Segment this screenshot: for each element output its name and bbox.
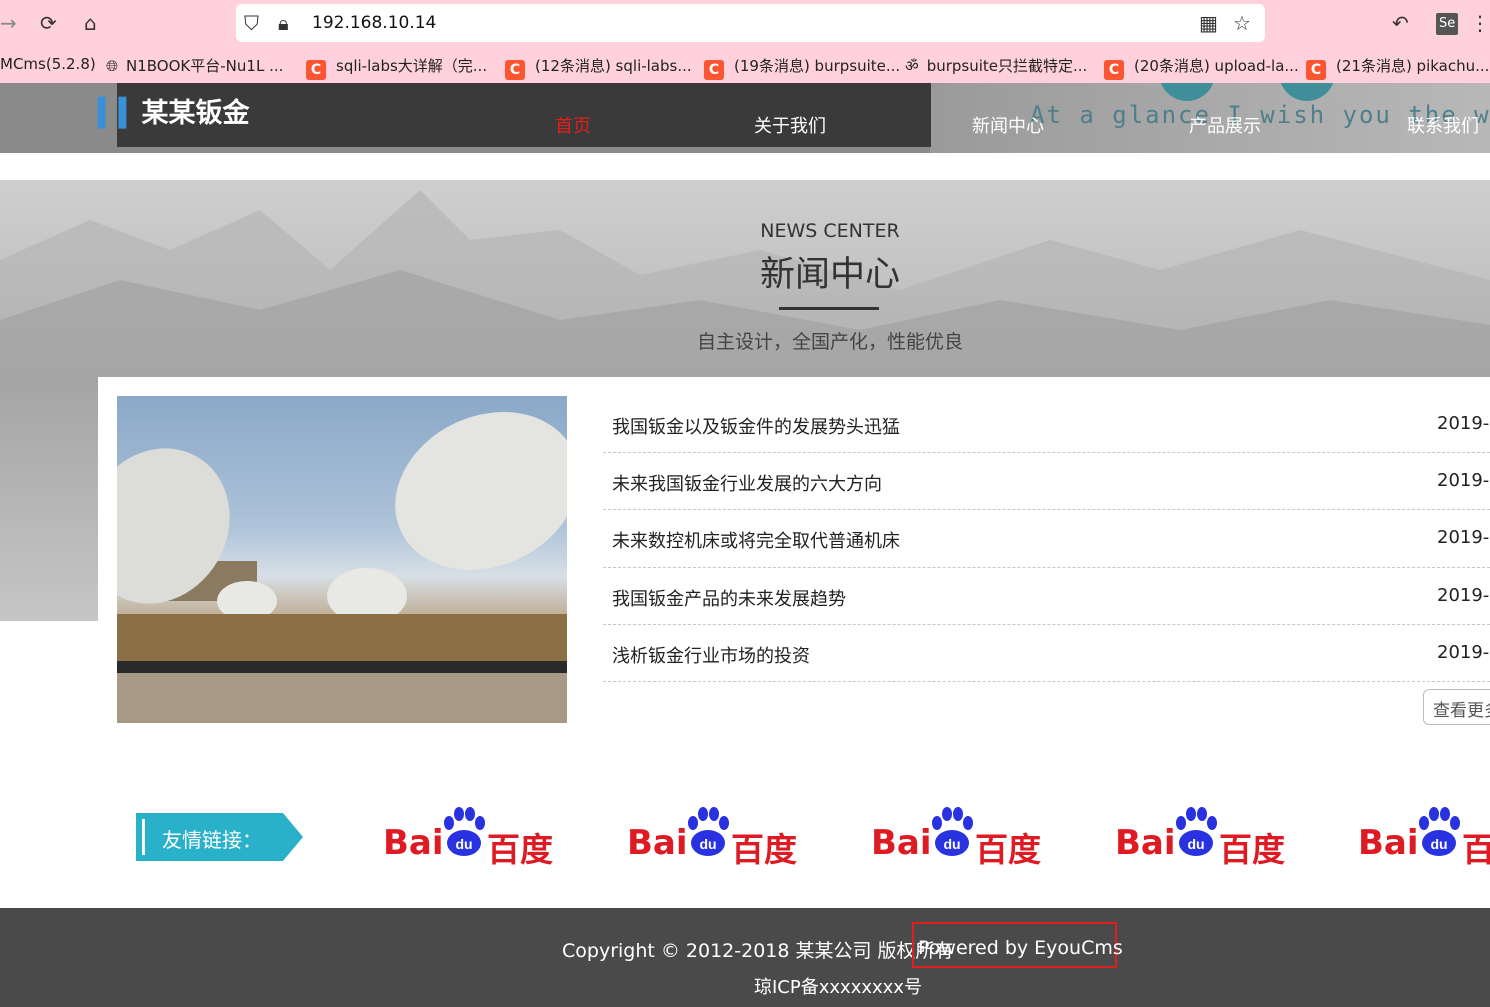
logo-mark-icon: ▍▍ xyxy=(98,98,140,129)
icp-license-link[interactable]: 琼ICP备xxxxxxxx号 xyxy=(754,973,922,999)
shield-icon[interactable]: ⛉ xyxy=(244,12,259,34)
baidu-paw-text: du xyxy=(455,836,472,852)
news-date: 2019-0 xyxy=(1437,641,1490,663)
news-banner: NEWS CENTER 新闻中心 自主设计，全国产化，性能优良 xyxy=(0,180,1490,377)
csdn-icon: C xyxy=(306,60,326,80)
bookmark-item[interactable]: C (12条消息) sqli-labs... xyxy=(505,55,692,80)
copyright-text: Copyright © 2012-2018 某某公司 版权所有 xyxy=(562,940,954,962)
undo-icon[interactable]: ↶ xyxy=(1392,12,1409,34)
news-title[interactable]: 未来数控机床或将完全取代普通机床 xyxy=(612,527,900,553)
bookmark-item[interactable]: C (19条消息) burpsuite... xyxy=(704,55,900,80)
baidu-logo-chinese: 百度 xyxy=(975,830,1041,869)
nav-about[interactable]: 关于我们 xyxy=(754,112,826,138)
swirl-icon: ॐ xyxy=(905,57,919,75)
baidu-logo-chinese: 百度 xyxy=(1219,830,1285,869)
bookmark-item[interactable]: Csqli-labs大详解（完... xyxy=(306,55,487,80)
news-item[interactable]: 我国钣金以及钣金件的发展势头迅猛 2019-0 xyxy=(603,396,1490,454)
csdn-icon: C xyxy=(505,60,525,80)
baidu-logo-chinese: 百度 xyxy=(1462,830,1490,865)
baidu-paw-icon: du xyxy=(688,807,729,856)
banner-title: 新闻中心 xyxy=(759,255,900,295)
baidu-paw-icon: du xyxy=(1419,807,1460,856)
selenium-extension-icon[interactable]: Se xyxy=(1436,13,1459,35)
news-date: 2019-0 xyxy=(1437,413,1490,434)
satellite-dishes-illustration xyxy=(117,412,567,723)
csdn-icon: C xyxy=(704,60,724,80)
site-logo[interactable]: ▍▍某某钣金 xyxy=(98,91,250,130)
news-item[interactable]: 未来我国钣金行业发展的六大方向 2019-0 xyxy=(603,453,1490,511)
news-date: 2019-0 xyxy=(1437,527,1490,549)
qr-code-icon[interactable]: ▦ xyxy=(1199,12,1218,34)
site-header: At a glance I wish you the world ▍▍某某钣金 … xyxy=(0,83,1490,153)
baidu-paw-icon: du xyxy=(1176,807,1217,856)
nav-home[interactable]: 首页 xyxy=(555,112,591,138)
news-title[interactable]: 我国钣金以及钣金件的发展势头迅猛 xyxy=(612,413,900,439)
overflow-menu-icon[interactable]: ⋮ xyxy=(1470,12,1490,34)
bookmark-item[interactable]: ॐ burpsuite只拦截特定... xyxy=(905,55,1087,76)
baidu-logo-chinese: 百度 xyxy=(487,830,553,869)
news-title[interactable]: 我国钣金产品的未来发展趋势 xyxy=(612,585,846,611)
baidu-logo-text: Bai xyxy=(871,823,932,863)
news-item[interactable]: 我国钣金产品的未来发展趋势 2019-0 xyxy=(603,568,1490,625)
url-text[interactable]: 192.168.10.14 xyxy=(312,13,436,33)
baidu-paw-text: du xyxy=(1187,836,1204,852)
bookmark-item[interactable]: MCms(5.2.8) xyxy=(0,55,96,73)
bookmark-item[interactable]: C (21条消息) pikachu... xyxy=(1306,55,1489,80)
baidu-paw-text: du xyxy=(943,836,960,852)
address-bar[interactable]: ⛉ 🔒︎ 192.168.10.14 ▦ ☆ xyxy=(236,4,1265,42)
reload-icon[interactable]: ⟳ xyxy=(40,12,57,34)
nav-contact[interactable]: 联系我们 xyxy=(1407,112,1479,138)
bookmarks-bar: MCms(5.2.8) 🌐︎ N1BOOK平台-Nu1L ... Csqli-la… xyxy=(0,47,1490,83)
globe-icon: 🌐︎ xyxy=(106,57,119,75)
bookmark-star-icon[interactable]: ☆ xyxy=(1233,12,1251,34)
baidu-paw-text: du xyxy=(699,836,716,852)
news-date: 2019-0 xyxy=(1437,584,1490,606)
news-item[interactable]: 浅析钣金行业市场的投资 2019-0 xyxy=(603,625,1490,682)
baidu-logo-text: Bai xyxy=(383,823,444,863)
powered-by-link[interactable]: Powered by EyouCms xyxy=(918,937,1123,959)
news-title[interactable]: 未来我国钣金行业发展的六大方向 xyxy=(612,470,882,496)
banner-subtitle: 自主设计，全国产化，性能优良 xyxy=(696,331,963,353)
csdn-icon: C xyxy=(1306,60,1326,80)
baidu-logo-text: Bai xyxy=(1358,823,1419,863)
baidu-paw-icon: du xyxy=(932,807,973,856)
home-icon[interactable]: ⌂ xyxy=(84,12,97,34)
friend-link-baidu[interactable]: Bai du 百度 xyxy=(1358,805,1490,865)
banner-side-strip xyxy=(0,377,98,621)
banner-divider xyxy=(779,307,879,310)
news-title[interactable]: 浅析钣金行业市场的投资 xyxy=(612,642,810,668)
powered-by-highlight: Powered by EyouCms xyxy=(912,922,1123,968)
baidu-paw-icon: du xyxy=(444,807,485,856)
baidu-logo-text: Bai xyxy=(627,823,688,863)
news-item[interactable]: 未来数控机床或将完全取代普通机床 2019-0 xyxy=(603,510,1490,568)
friend-links-label: 友情链接： xyxy=(136,813,303,861)
browser-toolbar: → ⟳ ⌂ ⛉ 🔒︎ 192.168.10.14 ▦ ☆ ↶ Se ⋮ xyxy=(0,0,1490,47)
news-feature-image[interactable] xyxy=(117,396,567,723)
news-date: 2019-0 xyxy=(1437,470,1490,492)
forward-icon[interactable]: → xyxy=(0,12,17,34)
baidu-paw-text: du xyxy=(1430,836,1447,852)
nav-news[interactable]: 新闻中心 xyxy=(972,112,1044,138)
csdn-icon: C xyxy=(1104,60,1124,80)
banner-english-title: NEWS CENTER xyxy=(760,220,900,242)
view-more-button[interactable]: 查看更多 xyxy=(1423,689,1490,725)
site-footer: Copyright © 2012-2018 某某公司 版权所有 Powered … xyxy=(0,908,1490,1007)
baidu-logo-chinese: 百度 xyxy=(731,830,797,869)
news-list: 我国钣金以及钣金件的发展势头迅猛 2019-0 未来我国钣金行业发展的六大方向 … xyxy=(603,396,1490,682)
bookmark-item[interactable]: 🌐︎ N1BOOK平台-Nu1L ... xyxy=(106,55,283,76)
nav-products[interactable]: 产品展示 xyxy=(1189,112,1261,138)
baidu-logo-text: Bai xyxy=(1115,823,1176,863)
bookmark-item[interactable]: C (20条消息) upload-la... xyxy=(1104,55,1299,80)
insecure-lock-icon[interactable]: 🔒︎ xyxy=(278,12,289,34)
